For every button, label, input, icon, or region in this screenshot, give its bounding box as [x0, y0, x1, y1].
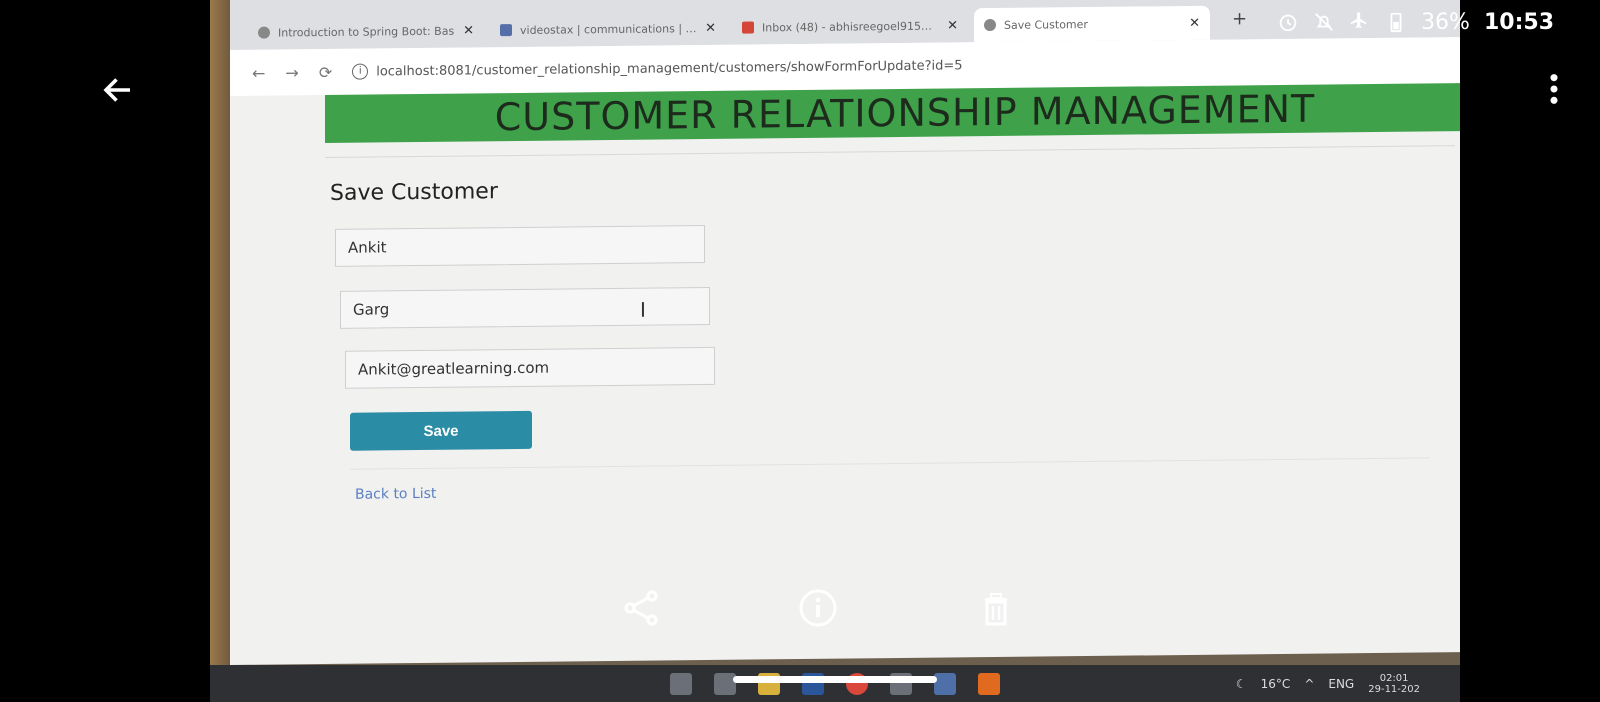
google-favicon-icon [258, 26, 270, 39]
page-header-title: CUSTOMER RELATIONSHIP MANAGEMENT [494, 86, 1316, 140]
task-view-icon[interactable] [714, 673, 736, 695]
gallery-action-bar [0, 588, 1600, 628]
airplane-mode-icon [1350, 12, 1367, 29]
tab-title: Save Customer [1004, 17, 1088, 32]
info-icon[interactable] [798, 588, 838, 628]
browser-tab-active[interactable]: Save Customer ✕ [974, 5, 1210, 43]
weather-icon: ☾ [1235, 677, 1247, 691]
back-to-list-link[interactable]: Back to List [355, 486, 436, 503]
clock-date: 29-11-202 [1368, 684, 1420, 695]
browser-tab[interactable]: Introduction to Spring Boot: Bas ✕ [248, 13, 484, 49]
taskbar-clock[interactable]: 02:01 29-11-202 [1368, 673, 1420, 695]
notifications-off-icon [1315, 13, 1333, 31]
more-options-icon[interactable] [1546, 72, 1562, 106]
browser-tab[interactable]: videostax | communications | limi ✕ [490, 11, 726, 47]
temperature: 16°C [1260, 677, 1291, 691]
clock-time: 02:01 [1379, 673, 1409, 684]
browser-forward-icon[interactable]: → [285, 63, 298, 82]
globe-favicon-icon [984, 18, 996, 32]
text-cursor-icon: I [640, 297, 646, 322]
windows-taskbar: ☾ 16°C ^ ENG 02:01 29-11-202 [210, 665, 1460, 702]
divider [325, 145, 1455, 159]
browser-back-icon[interactable]: ← [252, 63, 265, 82]
site-info-icon[interactable]: i [352, 63, 369, 80]
close-tab-icon[interactable]: ✕ [1189, 15, 1200, 30]
language-indicator[interactable]: ENG [1328, 677, 1354, 691]
save-button[interactable]: Save [350, 410, 532, 451]
form-title: Save Customer [330, 179, 498, 206]
tray-chevron-icon[interactable]: ^ [1304, 677, 1314, 691]
battery-percent: 36% [1421, 9, 1470, 35]
app-icon[interactable] [978, 673, 1000, 695]
divider [350, 457, 1430, 470]
tab-title: Inbox (48) - abhisreegoel915@gr [762, 19, 940, 34]
close-tab-icon[interactable]: ✕ [463, 23, 474, 38]
reload-icon[interactable]: ⟳ [319, 62, 332, 81]
tab-title: Introduction to Spring Boot: Bas [278, 24, 455, 39]
site-favicon-icon [500, 24, 512, 37]
search-icon[interactable] [670, 673, 692, 695]
gmail-favicon-icon [742, 21, 754, 34]
back-arrow-icon[interactable] [100, 72, 136, 108]
system-tray: ☾ 16°C ^ ENG 02:01 29-11-202 [1236, 673, 1420, 695]
first-name-field[interactable]: Ankit [335, 225, 705, 267]
ide-icon[interactable] [934, 673, 956, 695]
phone-status-bar: 36% 10:53 [1200, 0, 1600, 44]
url-field[interactable]: i localhost:8081/customer_relationship_m… [352, 57, 963, 80]
url-text: localhost:8081/customer_relationship_man… [376, 57, 963, 79]
monitor-screen: Introduction to Spring Boot: Bas ✕ video… [230, 0, 1460, 665]
home-indicator[interactable] [733, 676, 937, 683]
battery-icon [1390, 12, 1402, 33]
browser-tab[interactable]: Inbox (48) - abhisreegoel915@gr ✕ [732, 8, 968, 44]
tab-title: videostax | communications | limi [520, 21, 698, 37]
alarm-icon [1279, 14, 1297, 32]
last-name-field[interactable]: Garg [340, 286, 710, 329]
share-icon[interactable] [622, 588, 662, 628]
email-field[interactable]: Ankit@greatlearning.com [345, 346, 715, 389]
status-time: 10:53 [1483, 9, 1554, 35]
delete-icon[interactable] [976, 588, 1016, 628]
close-tab-icon[interactable]: ✕ [947, 18, 958, 33]
close-tab-icon[interactable]: ✕ [705, 20, 716, 35]
